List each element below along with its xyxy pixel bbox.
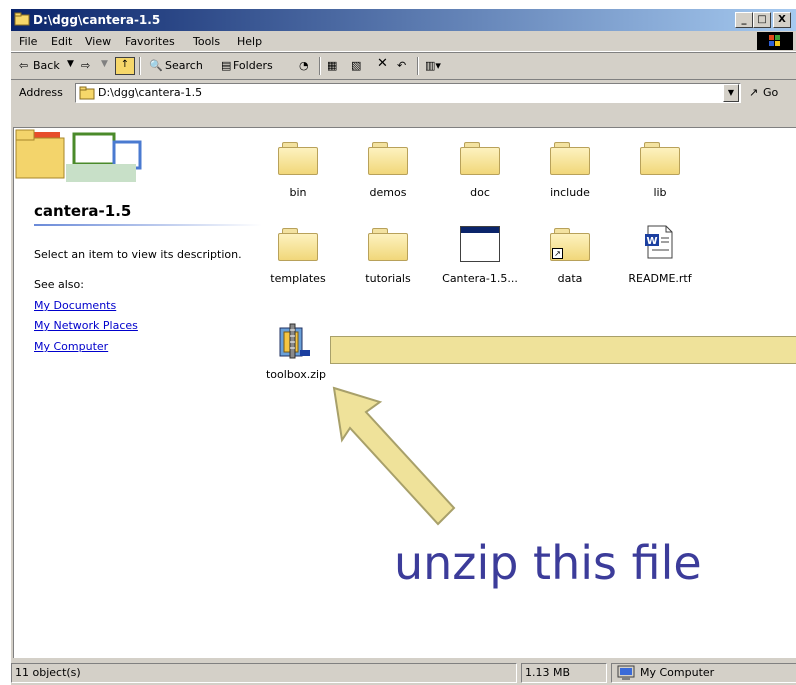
folder-icon[interactable] <box>278 142 318 175</box>
side-panel-title: cantera-1.5 <box>34 202 132 220</box>
views-icon[interactable]: ▥▾ <box>425 59 441 72</box>
address-label: Address <box>19 86 63 99</box>
folder-icon[interactable] <box>550 142 590 175</box>
svg-text:W: W <box>646 236 657 247</box>
back-arrow-icon: ⇦ <box>19 59 29 72</box>
status-location: My Computer <box>640 666 715 679</box>
toolbar-separator <box>139 57 141 75</box>
address-input[interactable]: D:\dgg\cantera-1.5 <box>75 83 741 103</box>
my-computer-icon <box>617 665 635 680</box>
address-bar: Address D:\dgg\cantera-1.5 ▼ ↗ Go <box>11 79 796 106</box>
go-button[interactable]: Go <box>763 86 778 99</box>
file-label-demos[interactable]: demos <box>343 186 433 199</box>
link-my-documents[interactable]: My Documents <box>34 299 116 312</box>
file-view: cantera-1.5 Select an item to view its d… <box>13 127 796 658</box>
menu-edit[interactable]: Edit <box>51 35 72 48</box>
status-size-panel: 1.13 MB <box>521 663 607 683</box>
undo-icon[interactable]: ↶ <box>397 59 406 72</box>
status-size: 1.13 MB <box>525 666 571 679</box>
link-my-network-places[interactable]: My Network Places <box>34 319 138 332</box>
minimize-button[interactable]: _ <box>735 12 753 28</box>
menu-bar: File Edit View Favorites Tools Help <box>11 31 796 52</box>
move-to-icon[interactable]: ▦ <box>327 59 337 72</box>
address-value: D:\dgg\cantera-1.5 <box>98 86 203 99</box>
window-title: D:\dgg\cantera-1.5 <box>33 13 161 27</box>
see-also-label: See also: <box>34 278 84 291</box>
file-label-data[interactable]: data <box>525 272 615 285</box>
file-label-templates[interactable]: templates <box>253 272 343 285</box>
menu-tools[interactable]: Tools <box>193 35 220 48</box>
zip-archive-icon[interactable] <box>276 322 312 360</box>
annotation-highlight-bar <box>330 336 796 364</box>
annotation-text: unzip this file <box>394 536 702 590</box>
file-label-lib[interactable]: lib <box>615 186 705 199</box>
maximize-button[interactable]: □ <box>753 12 771 28</box>
file-label-readme[interactable]: README.rtf <box>615 272 705 285</box>
menu-help[interactable]: Help <box>237 35 262 48</box>
folder-shortcut-icon[interactable]: ↗ <box>550 228 590 261</box>
file-label-tutorials[interactable]: tutorials <box>343 272 433 285</box>
toolbar-separator <box>319 57 321 75</box>
folder-icon[interactable] <box>460 142 500 175</box>
menu-file[interactable]: File <box>19 35 37 48</box>
menu-favorites[interactable]: Favorites <box>125 35 175 48</box>
file-label-cantera-app[interactable]: Cantera-1.5... <box>435 272 525 285</box>
search-icon: 🔍 <box>149 59 163 72</box>
back-button[interactable]: Back <box>33 59 60 72</box>
address-dropdown-button[interactable]: ▼ <box>723 84 739 102</box>
folder-icon[interactable] <box>368 228 408 261</box>
toolbar: ⇦ Back ▼ ⇨ ▼ ↑ 🔍 Search ▤ Folders ◔ ▦ ▧ … <box>11 52 796 80</box>
search-button[interactable]: Search <box>165 59 203 72</box>
folder-icon <box>14 12 30 26</box>
side-panel: cantera-1.5 Select an item to view its d… <box>14 128 262 658</box>
folder-banner-icon <box>15 129 142 182</box>
close-button[interactable]: X <box>773 12 791 28</box>
folder-icon[interactable] <box>368 142 408 175</box>
status-location-panel: My Computer <box>611 663 796 683</box>
copy-to-icon[interactable]: ▧ <box>351 59 361 72</box>
toolbar-separator <box>417 57 419 75</box>
application-window-icon[interactable] <box>460 226 500 262</box>
up-folder-button[interactable]: ↑ <box>115 57 135 75</box>
explorer-window: D:\dgg\cantera-1.5 _ □ X File Edit View … <box>10 8 796 685</box>
go-arrow-icon: ↗ <box>749 86 759 99</box>
file-label-bin[interactable]: bin <box>253 186 343 199</box>
title-underline <box>34 224 262 226</box>
forward-button[interactable]: ⇨ <box>81 59 90 72</box>
back-dropdown-icon[interactable]: ▼ <box>67 59 74 69</box>
file-label-doc[interactable]: doc <box>435 186 525 199</box>
status-bar: 11 object(s) 1.13 MB My Computer <box>11 659 796 685</box>
file-label-include[interactable]: include <box>525 186 615 199</box>
annotation-arrow-icon <box>332 386 456 526</box>
folder-icon[interactable] <box>278 228 318 261</box>
item-description: Select an item to view its description. <box>34 248 242 261</box>
status-objects-panel: 11 object(s) <box>11 663 517 683</box>
windows-logo-icon <box>757 32 793 50</box>
folders-icon: ▤ <box>221 59 232 72</box>
folder-icon <box>79 86 95 100</box>
delete-icon[interactable]: ✕ <box>377 56 388 71</box>
history-icon[interactable]: ◔ <box>299 59 309 72</box>
forward-dropdown-icon[interactable]: ▼ <box>101 59 108 69</box>
menu-view[interactable]: View <box>85 35 111 48</box>
word-document-icon[interactable]: W <box>642 224 676 260</box>
link-my-computer[interactable]: My Computer <box>34 340 108 353</box>
folder-icon[interactable] <box>640 142 680 175</box>
folders-button[interactable]: Folders <box>233 59 273 72</box>
status-object-count: 11 object(s) <box>15 666 81 679</box>
title-bar: D:\dgg\cantera-1.5 _ □ X <box>11 9 796 31</box>
